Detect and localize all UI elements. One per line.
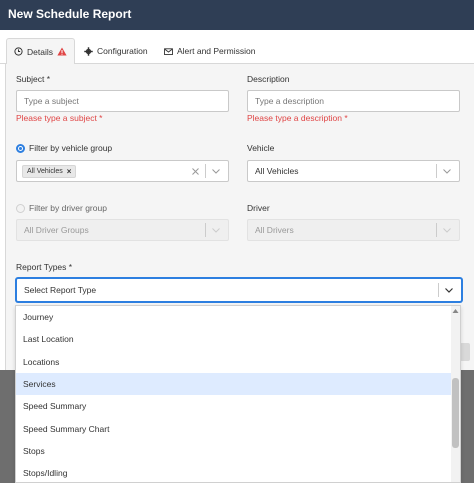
option-speed-summary[interactable]: Speed Summary: [16, 395, 452, 417]
vehicle-group-controls: [192, 161, 228, 181]
dialog-title: New Schedule Report: [8, 7, 132, 21]
warning-icon: [57, 47, 67, 56]
scroll-up-icon[interactable]: [452, 308, 459, 314]
vehicle-group-tag-label: All Vehicles: [27, 168, 63, 175]
chevron-down-icon: [212, 227, 220, 233]
option-services[interactable]: Services: [16, 373, 452, 395]
vehicle-label: Vehicle: [247, 143, 275, 153]
driver-label: Driver: [247, 203, 270, 213]
vehicle-group-radio[interactable]: [16, 144, 25, 153]
select-divider: [205, 164, 206, 178]
tab-details-label: Details: [27, 46, 53, 57]
gear-icon: [84, 46, 93, 56]
option-locations[interactable]: Locations: [16, 351, 452, 373]
report-types-controls: [432, 279, 461, 301]
tab-configuration[interactable]: Configuration: [77, 38, 155, 64]
tab-alert-permission[interactable]: Alert and Permission: [157, 38, 262, 64]
driver-select: All Drivers: [247, 219, 460, 241]
clear-icon[interactable]: [192, 167, 199, 175]
select-divider: [436, 223, 437, 237]
tab-details[interactable]: Details: [6, 38, 75, 65]
driver-group-label: Filter by driver group: [29, 203, 107, 213]
driver-controls: [430, 220, 459, 240]
description-placeholder: Type a description: [255, 96, 324, 106]
driver-value: All Drivers: [255, 225, 294, 235]
report-types-menu: Journey Last Location Locations Services…: [15, 305, 461, 483]
tab-configuration-label: Configuration: [97, 46, 148, 56]
chevron-down-icon[interactable]: [443, 168, 451, 174]
driver-group-value: All Driver Groups: [24, 225, 89, 235]
vehicle-group-label: Filter by vehicle group: [29, 143, 113, 153]
subject-input[interactable]: Type a subject: [16, 90, 229, 112]
vehicle-controls: [430, 161, 459, 181]
subject-placeholder: Type a subject: [24, 96, 79, 106]
option-speed-summary-chart[interactable]: Speed Summary Chart: [16, 418, 452, 440]
clock-icon: [14, 47, 23, 56]
report-types-label: Report Types *: [16, 262, 73, 272]
driver-group-radio[interactable]: [16, 204, 25, 213]
tab-bar: Details Configuration Alert and Permissi…: [0, 38, 474, 65]
option-last-location[interactable]: Last Location: [16, 328, 452, 350]
select-divider: [438, 283, 439, 297]
dialog-header: New Schedule Report: [0, 0, 474, 30]
tab-alert-permission-label: Alert and Permission: [177, 46, 256, 56]
option-stops-idling[interactable]: Stops/Idling: [16, 462, 452, 482]
driver-group-controls: [199, 220, 228, 240]
option-stops[interactable]: Stops: [16, 440, 452, 462]
report-types-placeholder: Select Report Type: [24, 285, 97, 295]
select-divider: [436, 164, 437, 178]
subject-label: Subject *: [16, 74, 51, 84]
description-error: Please type a description *: [247, 113, 348, 123]
tag-remove-icon[interactable]: ×: [67, 167, 72, 176]
vehicle-select[interactable]: All Vehicles: [247, 160, 460, 182]
chevron-down-icon: [443, 227, 451, 233]
mail-icon: [164, 47, 173, 55]
partially-hidden-button[interactable]: [460, 343, 470, 361]
vehicle-value: All Vehicles: [255, 166, 299, 176]
report-types-select[interactable]: Select Report Type: [16, 278, 462, 302]
description-label: Description: [247, 74, 290, 84]
description-input[interactable]: Type a description: [247, 90, 460, 112]
driver-group-select: All Driver Groups: [16, 219, 229, 241]
chevron-down-icon[interactable]: [212, 168, 220, 174]
subject-error: Please type a subject *: [16, 113, 103, 123]
menu-scrollbar[interactable]: [451, 306, 460, 482]
vehicle-group-tag: All Vehicles ×: [22, 165, 77, 178]
vehicle-group-select[interactable]: All Vehicles ×: [16, 160, 229, 182]
chevron-down-icon[interactable]: [445, 287, 453, 293]
menu-scrollbar-thumb[interactable]: [452, 378, 459, 448]
select-divider: [205, 223, 206, 237]
option-journey[interactable]: Journey: [16, 306, 452, 328]
